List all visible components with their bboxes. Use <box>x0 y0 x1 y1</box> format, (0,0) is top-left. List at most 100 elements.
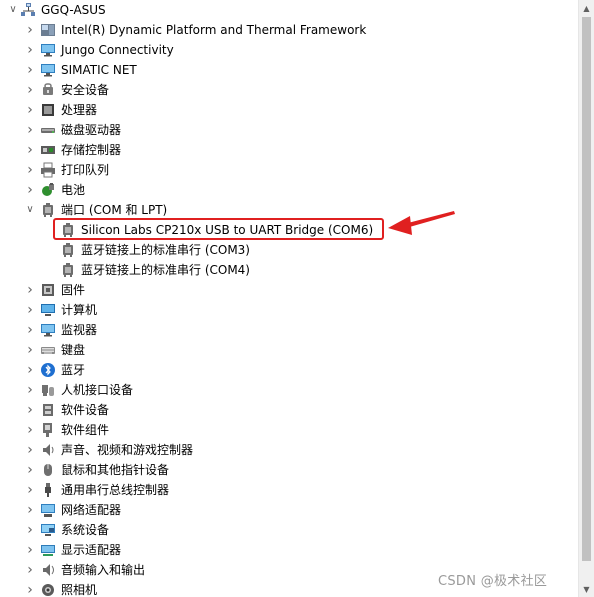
tree-category-node[interactable]: › 显示适配器 <box>24 540 121 560</box>
tree-category-label: 磁盘驱动器 <box>61 123 122 137</box>
chevron-right-icon[interactable]: › <box>24 440 36 460</box>
scrollbar-thumb[interactable] <box>582 17 591 561</box>
storage-controller-icon <box>40 142 56 158</box>
display-adapter-icon <box>40 542 56 558</box>
chevron-right-icon[interactable]: › <box>24 340 36 360</box>
tree-category-label: Intel(R) Dynamic Platform and Thermal Fr… <box>61 23 367 37</box>
tree-category-label: 软件组件 <box>61 423 110 437</box>
tree-category-label: 蓝牙 <box>61 363 86 377</box>
keyboard-icon <box>40 342 56 358</box>
chevron-right-icon[interactable]: › <box>24 120 36 140</box>
tree-category-label: SIMATIC NET <box>61 63 137 77</box>
tree-category-node[interactable]: › Intel(R) Dynamic Platform and Thermal F… <box>24 20 366 40</box>
tree-device-node[interactable]: 蓝牙链接上的标准串行 (COM4) <box>60 260 250 280</box>
port-icon <box>60 242 76 258</box>
chevron-right-icon[interactable]: › <box>24 280 36 300</box>
tree-device-label: 蓝牙链接上的标准串行 (COM4) <box>81 263 250 277</box>
chevron-right-icon[interactable]: › <box>24 140 36 160</box>
chevron-right-icon[interactable]: › <box>24 40 36 60</box>
tree-category-node[interactable]: › SIMATIC NET <box>24 60 137 80</box>
chevron-down-icon[interactable]: ∨ <box>6 0 20 20</box>
annotation-arrow-icon <box>388 211 455 235</box>
chevron-right-icon[interactable]: › <box>24 300 36 320</box>
tree-category-label: 处理器 <box>61 103 98 117</box>
tree-category-node[interactable]: › 软件设备 <box>24 400 109 420</box>
chevron-right-icon[interactable]: › <box>24 520 36 540</box>
chevron-right-icon[interactable]: › <box>24 460 36 480</box>
tree-device-node[interactable]: 蓝牙链接上的标准串行 (COM3) <box>60 240 250 260</box>
tree-category-label: 键盘 <box>61 343 86 357</box>
device-manager-tree-view[interactable]: ∨ GGQ-ASUS › Intel(R) Dynamic Platform an… <box>0 0 578 597</box>
chevron-right-icon[interactable]: › <box>24 500 36 520</box>
tree-category-node[interactable]: ∨ 端口 (COM 和 LPT) <box>24 200 167 220</box>
tree-category-label: 音频输入和输出 <box>61 563 146 577</box>
tree-category-node[interactable]: › 网络适配器 <box>24 500 121 520</box>
tree-category-node[interactable]: › 音频输入和输出 <box>24 560 145 580</box>
tree-category-node[interactable]: › 键盘 <box>24 340 85 360</box>
tree-category-node[interactable]: › 打印队列 <box>24 160 109 180</box>
chevron-right-icon[interactable]: › <box>24 400 36 420</box>
tree-category-node[interactable]: › 计算机 <box>24 300 97 320</box>
scroll-down-arrow-icon[interactable]: ▼ <box>579 581 594 597</box>
chevron-right-icon[interactable]: › <box>24 100 36 120</box>
chevron-right-icon[interactable]: › <box>24 420 36 440</box>
tree-category-label: 鼠标和其他指针设备 <box>61 463 170 477</box>
computer-icon <box>40 302 56 318</box>
tree-category-node[interactable]: › 电池 <box>24 180 85 200</box>
chevron-right-icon[interactable]: › <box>24 320 36 340</box>
tree-category-label: 软件设备 <box>61 403 110 417</box>
tree-category-node[interactable]: › 声音、视频和游戏控制器 <box>24 440 193 460</box>
speaker-icon <box>40 442 56 458</box>
chevron-right-icon[interactable]: › <box>24 540 36 560</box>
intel-platform-icon <box>40 22 56 38</box>
chevron-right-icon[interactable]: › <box>24 20 36 40</box>
tree-category-label: Jungo Connectivity <box>61 43 174 57</box>
chevron-right-icon[interactable]: › <box>24 360 36 380</box>
tree-category-node[interactable]: › 照相机 <box>24 580 97 597</box>
scroll-up-arrow-icon[interactable]: ▲ <box>579 0 594 16</box>
tree-category-label: 声音、视频和游戏控制器 <box>61 443 194 457</box>
printer-icon <box>40 162 56 178</box>
tree-category-node[interactable]: › 软件组件 <box>24 420 109 440</box>
chevron-right-icon[interactable]: › <box>24 560 36 580</box>
tree-category-node[interactable]: › 蓝牙 <box>24 360 85 380</box>
tree-category-node[interactable]: › 存储控制器 <box>24 140 121 160</box>
tree-category-node[interactable]: › Jungo Connectivity <box>24 40 174 60</box>
port-icon <box>40 202 56 218</box>
tree-category-node[interactable]: › 通用串行总线控制器 <box>24 480 169 500</box>
chevron-right-icon[interactable]: › <box>24 580 36 597</box>
chevron-right-icon[interactable]: › <box>24 480 36 500</box>
tree-root-label: GGQ-ASUS <box>41 3 106 17</box>
tree-category-label: 打印队列 <box>61 163 110 177</box>
audio-io-icon <box>40 562 56 578</box>
tree-category-label: 端口 (COM 和 LPT) <box>61 203 168 217</box>
chevron-right-icon[interactable]: › <box>24 160 36 180</box>
chevron-right-icon[interactable]: › <box>24 380 36 400</box>
tree-category-node[interactable]: › 处理器 <box>24 100 97 120</box>
tree-category-node[interactable]: › 磁盘驱动器 <box>24 120 121 140</box>
tree-category-label: 存储控制器 <box>61 143 122 157</box>
tree-category-label: 人机接口设备 <box>61 383 134 397</box>
vertical-scrollbar[interactable]: ▲ ▼ <box>578 0 594 597</box>
software-device-icon <box>40 402 56 418</box>
tree-category-node[interactable]: › 监视器 <box>24 320 97 340</box>
tree-root-node[interactable]: ∨ GGQ-ASUS <box>6 0 106 20</box>
chevron-down-icon[interactable]: ∨ <box>24 200 36 220</box>
tree-category-label: 计算机 <box>61 303 98 317</box>
tree-category-node[interactable]: › 安全设备 <box>24 80 109 100</box>
monitor-icon <box>40 322 56 338</box>
chevron-right-icon[interactable]: › <box>24 60 36 80</box>
tree-category-label: 监视器 <box>61 323 98 337</box>
tree-category-node[interactable]: › 固件 <box>24 280 85 300</box>
computer-network-icon <box>20 2 36 18</box>
hid-icon <box>40 382 56 398</box>
tree-device-label: 蓝牙链接上的标准串行 (COM3) <box>81 243 250 257</box>
tree-category-node[interactable]: › 鼠标和其他指针设备 <box>24 460 169 480</box>
tree-category-label: 系统设备 <box>61 523 110 537</box>
chevron-right-icon[interactable]: › <box>24 180 36 200</box>
tree-category-label: 安全设备 <box>61 83 110 97</box>
chevron-right-icon[interactable]: › <box>24 80 36 100</box>
tree-category-node[interactable]: › 系统设备 <box>24 520 109 540</box>
tree-category-node[interactable]: › 人机接口设备 <box>24 380 133 400</box>
tree-category-label: 电池 <box>61 183 86 197</box>
